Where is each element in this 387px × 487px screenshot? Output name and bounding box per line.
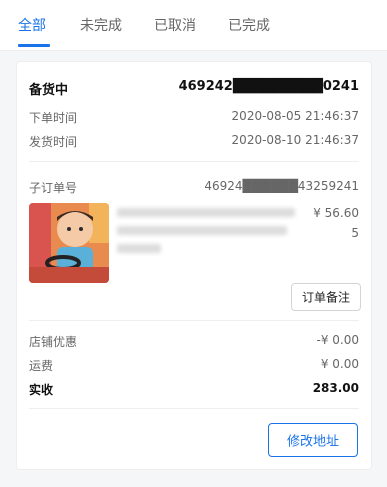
sub-order-number: 46924██████43259241 bbox=[204, 179, 359, 193]
shipping-value: ¥ 0.00 bbox=[320, 357, 359, 371]
tab-cancelled[interactable]: 已取消 bbox=[154, 15, 196, 35]
order-tab-bar: 全部 未完成 已取消 已完成 bbox=[0, 0, 387, 51]
ship-time-value: 2020-08-10 21:46:37 bbox=[231, 133, 359, 147]
divider-header bbox=[29, 161, 359, 162]
product-quantity: 5 bbox=[351, 226, 359, 240]
modify-address-button[interactable]: 修改地址 bbox=[268, 423, 358, 457]
divider-product bbox=[29, 320, 359, 321]
discount-value: -¥ 0.00 bbox=[316, 333, 360, 347]
modify-address-label: 修改地址 bbox=[286, 434, 339, 450]
tab-all[interactable]: 全部 bbox=[18, 15, 46, 35]
tab-uncompleted[interactable]: 未完成 bbox=[80, 15, 122, 35]
product-sku-blurred bbox=[117, 244, 161, 253]
total-value: 283.00 bbox=[312, 381, 359, 395]
product-image bbox=[29, 203, 109, 283]
product-spec-blurred bbox=[117, 226, 287, 235]
discount-label: 店铺优惠 bbox=[29, 335, 78, 349]
ship-time-label: 发货时间 bbox=[29, 135, 78, 149]
sub-order-label: 子订单号 bbox=[29, 181, 78, 195]
order-number: 469242█████████0241 bbox=[178, 79, 359, 94]
product-price: ¥ 56.60 bbox=[313, 206, 359, 220]
total-label: 实收 bbox=[29, 383, 54, 397]
divider-summary bbox=[29, 408, 359, 409]
product-thumbnail[interactable] bbox=[29, 203, 109, 283]
active-tab-indicator bbox=[18, 44, 50, 47]
tab-completed[interactable]: 已完成 bbox=[228, 15, 270, 35]
order-card: 备货中 469242█████████0241 下单时间 2020-08-05 … bbox=[16, 61, 372, 470]
shipping-label: 运费 bbox=[29, 359, 54, 373]
product-title-blurred bbox=[117, 208, 295, 217]
order-status: 备货中 bbox=[29, 83, 69, 98]
order-note-label: 订单备注 bbox=[301, 290, 350, 305]
order-time-value: 2020-08-05 21:46:37 bbox=[231, 109, 359, 123]
order-time-label: 下单时间 bbox=[29, 111, 78, 125]
order-note-button[interactable]: 订单备注 bbox=[291, 283, 361, 311]
